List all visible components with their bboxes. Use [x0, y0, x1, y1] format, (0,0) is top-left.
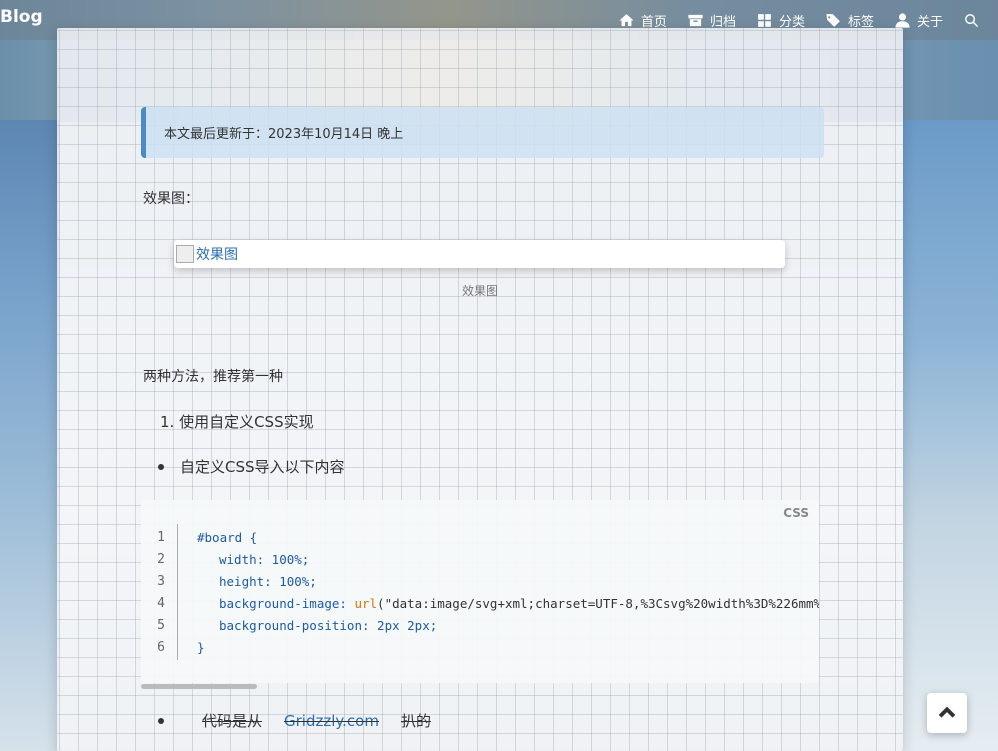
bullet-prefix: 代码是从 — [202, 712, 263, 730]
code-property: background-image: — [219, 596, 355, 611]
home-icon — [619, 13, 634, 26]
nav-archive[interactable]: 归档 — [687, 11, 736, 30]
figure-alt: 效果图 — [196, 247, 238, 263]
chevron-up-icon — [938, 706, 956, 718]
background-scenery-left — [0, 120, 60, 751]
background-scenery-right — [903, 120, 998, 751]
nav-category-label: 分类 — [778, 14, 805, 30]
effect-label: 效果图： — [143, 191, 199, 207]
nav-home-label: 首页 — [640, 14, 667, 30]
bullet-item-1-text: 自定义CSS导入以下内容 — [180, 458, 345, 476]
line-number: 1 — [157, 530, 165, 545]
code-line: } — [197, 640, 205, 655]
code-language-label: CSS — [783, 506, 809, 520]
bullet-item-1: 自定义CSS导入以下内容 — [158, 456, 345, 477]
line-number: 4 — [157, 596, 165, 611]
nav-tags[interactable]: 标签 — [825, 11, 874, 30]
ordered-item-1: 1. 使用自定义CSS实现 — [160, 413, 314, 431]
nav-archive-label: 归档 — [709, 14, 736, 30]
back-to-top-button[interactable] — [927, 693, 967, 733]
bullet-item-2-text: 代码是从 Gridzzly.com 扒的 — [180, 712, 431, 730]
line-number: 3 — [157, 574, 165, 589]
brand-logo[interactable]: Blog — [0, 7, 43, 27]
figure-caption: 效果图 — [461, 284, 498, 298]
nav-category[interactable]: 分类 — [756, 11, 805, 30]
update-note-text: 本文最后更新于：2023年10月14日 晚上 — [164, 127, 404, 142]
code-string: ("data:image/svg+xml;charset=UTF-8,%3Csv… — [377, 596, 819, 611]
line-number: 5 — [157, 618, 165, 633]
search-icon — [965, 13, 979, 27]
nav-about[interactable]: 关于 — [894, 11, 943, 30]
post-card: 本文最后更新于：2023年10月14日 晚上 效果图： 效果图 效果图 两种方法… — [57, 28, 903, 751]
archive-icon — [688, 14, 703, 26]
update-note: 本文最后更新于：2023年10月14日 晚上 — [141, 107, 824, 158]
line-number: 6 — [157, 640, 165, 655]
code-scrollbar[interactable] — [141, 684, 257, 689]
gridzzly-link[interactable]: Gridzzly.com — [284, 712, 379, 730]
figure-image[interactable]: 效果图 — [174, 240, 785, 268]
nav-home[interactable]: 首页 — [618, 11, 667, 30]
code-function: url — [354, 596, 378, 611]
category-icon — [758, 13, 771, 27]
nav-about-label: 关于 — [916, 14, 943, 30]
broken-image-icon — [176, 245, 194, 263]
bullet-item-2: 代码是从 Gridzzly.com 扒的 — [158, 710, 431, 731]
code-line: #board { — [197, 530, 258, 545]
line-number: 2 — [157, 552, 165, 567]
code-block[interactable]: CSS 1 2 3 4 5 6 #board { width: 100%; he… — [141, 500, 819, 683]
bullet-suffix: 扒的 — [400, 712, 431, 730]
code-line: width: 100%; — [219, 552, 310, 567]
code-line: background-position: 2px 2px; — [219, 618, 438, 633]
methods-intro: 两种方法，推荐第一种 — [143, 369, 283, 385]
code-line: background-image: url("data:image/svg+xm… — [219, 596, 819, 611]
search-button[interactable] — [963, 12, 980, 29]
code-line: height: 100%; — [219, 574, 317, 589]
tags-icon — [826, 13, 840, 27]
nav-tags-label: 标签 — [847, 14, 874, 30]
user-icon — [895, 12, 910, 28]
